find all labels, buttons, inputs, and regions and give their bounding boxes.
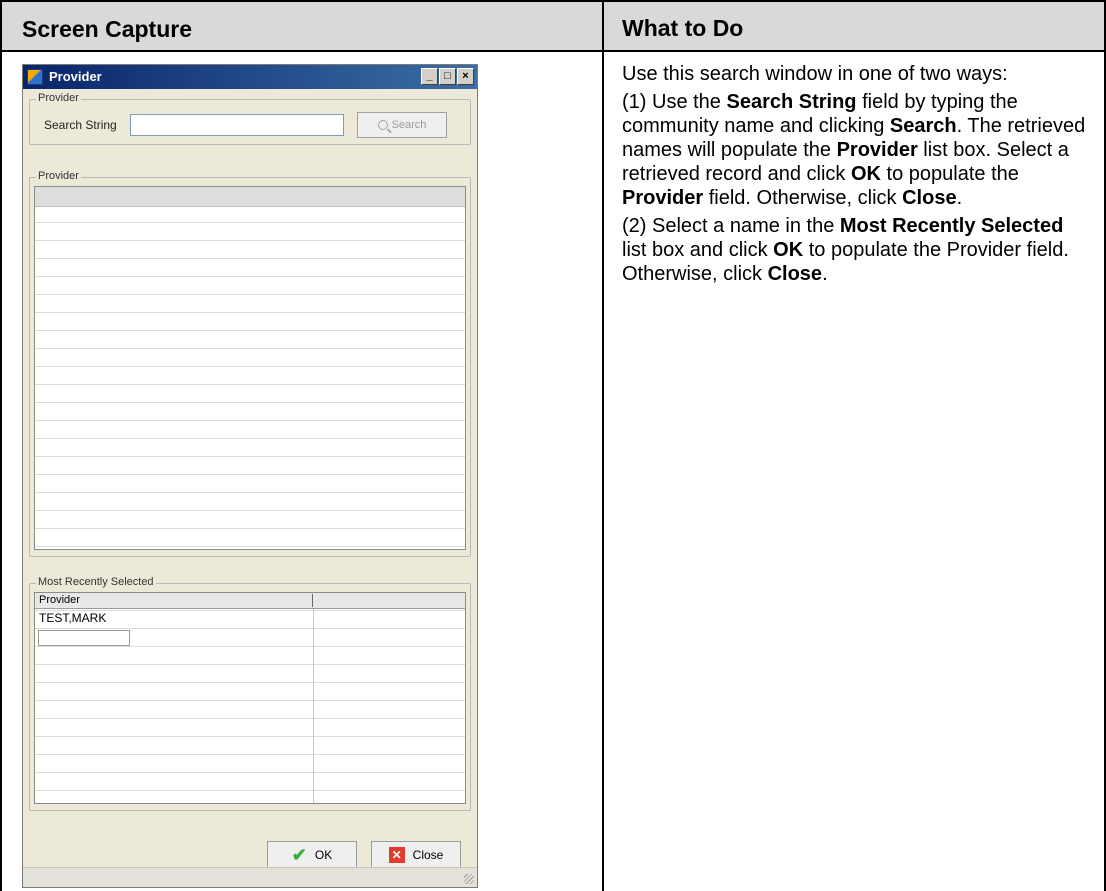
search-group: Provider Search String Search bbox=[29, 92, 471, 145]
step1-bold: Search String bbox=[726, 91, 857, 113]
window-controls: _ □ × bbox=[421, 68, 474, 86]
step1-bold: Search bbox=[889, 115, 957, 137]
instruction-table: Screen Capture What to Do Provider _ □ ×… bbox=[0, 0, 1106, 891]
maximize-icon[interactable]: □ bbox=[439, 68, 456, 85]
instructions-step1: (1) Use the Search String field by typin… bbox=[622, 90, 1092, 210]
grid-column-line bbox=[313, 609, 314, 803]
provider-column-header[interactable]: Provider bbox=[39, 594, 80, 606]
what-to-do-header: What to Do bbox=[622, 15, 744, 41]
step2-text: list box and click bbox=[622, 239, 774, 261]
screen-capture-header: Screen Capture bbox=[22, 16, 193, 42]
status-bar bbox=[23, 867, 477, 887]
search-string-input[interactable] bbox=[130, 114, 344, 136]
step1-text: field. Otherwise, click bbox=[703, 187, 903, 209]
ok-button[interactable]: ✔ OK bbox=[267, 841, 357, 869]
provider-list-label: Provider bbox=[36, 170, 81, 182]
close-button-label: Close bbox=[412, 848, 444, 862]
table-header-row: Screen Capture What to Do bbox=[2, 0, 1104, 52]
recent-group: Most Recently Selected Provider TEST,MAR… bbox=[29, 576, 471, 811]
checkmark-icon: ✔ bbox=[291, 845, 307, 865]
dialog-title: Provider bbox=[49, 69, 102, 84]
instructions-intro: Use this search window in one of two way… bbox=[622, 63, 1008, 85]
recent-grid[interactable]: Provider TEST,MARK bbox=[34, 592, 466, 804]
recent-row-provider[interactable]: TEST,MARK bbox=[39, 611, 106, 625]
search-button-label: Search bbox=[391, 119, 427, 131]
column-separator[interactable] bbox=[312, 594, 313, 607]
recent-group-label: Most Recently Selected bbox=[36, 576, 156, 588]
step1-text: . bbox=[956, 187, 963, 209]
recent-new-row-editor[interactable] bbox=[38, 630, 130, 646]
step1-bold: Provider bbox=[622, 187, 704, 209]
search-button[interactable]: Search bbox=[357, 112, 447, 138]
search-icon bbox=[377, 120, 388, 130]
step2-bold: OK bbox=[773, 239, 804, 261]
resize-grip-icon[interactable] bbox=[464, 874, 474, 884]
column-divider bbox=[602, 0, 604, 891]
provider-dialog: Provider _ □ × Provider Search String Se… bbox=[22, 64, 478, 888]
step1-bold: Close bbox=[902, 187, 957, 209]
step1-bold: OK bbox=[850, 163, 881, 185]
step1-text: to populate the bbox=[880, 163, 1019, 185]
close-button[interactable]: ✕ Close bbox=[371, 841, 461, 869]
step1-bold: Provider bbox=[836, 139, 918, 161]
instructions: Use this search window in one of two way… bbox=[622, 62, 1092, 290]
step2-text: (2) Select a name in the bbox=[622, 215, 840, 237]
provider-list-selected-row[interactable] bbox=[35, 187, 465, 207]
provider-list-group: Provider bbox=[29, 170, 471, 557]
step2-text: . bbox=[822, 263, 828, 285]
step1-text: (1) Use the bbox=[622, 91, 727, 113]
ok-button-label: OK bbox=[314, 848, 333, 862]
step2-bold: Most Recently Selected bbox=[839, 215, 1064, 237]
step2-bold: Close bbox=[767, 263, 823, 285]
search-string-label: Search String bbox=[44, 118, 117, 132]
app-icon bbox=[27, 69, 43, 85]
provider-listbox[interactable] bbox=[34, 186, 466, 550]
dialog-titlebar[interactable]: Provider _ □ × bbox=[23, 65, 477, 89]
x-icon: ✕ bbox=[388, 847, 405, 863]
search-group-label: Provider bbox=[36, 92, 81, 104]
recent-grid-header: Provider bbox=[35, 593, 465, 609]
minimize-icon[interactable]: _ bbox=[421, 68, 438, 85]
instructions-step2: (2) Select a name in the Most Recently S… bbox=[622, 214, 1092, 286]
close-window-icon[interactable]: × bbox=[457, 68, 474, 85]
